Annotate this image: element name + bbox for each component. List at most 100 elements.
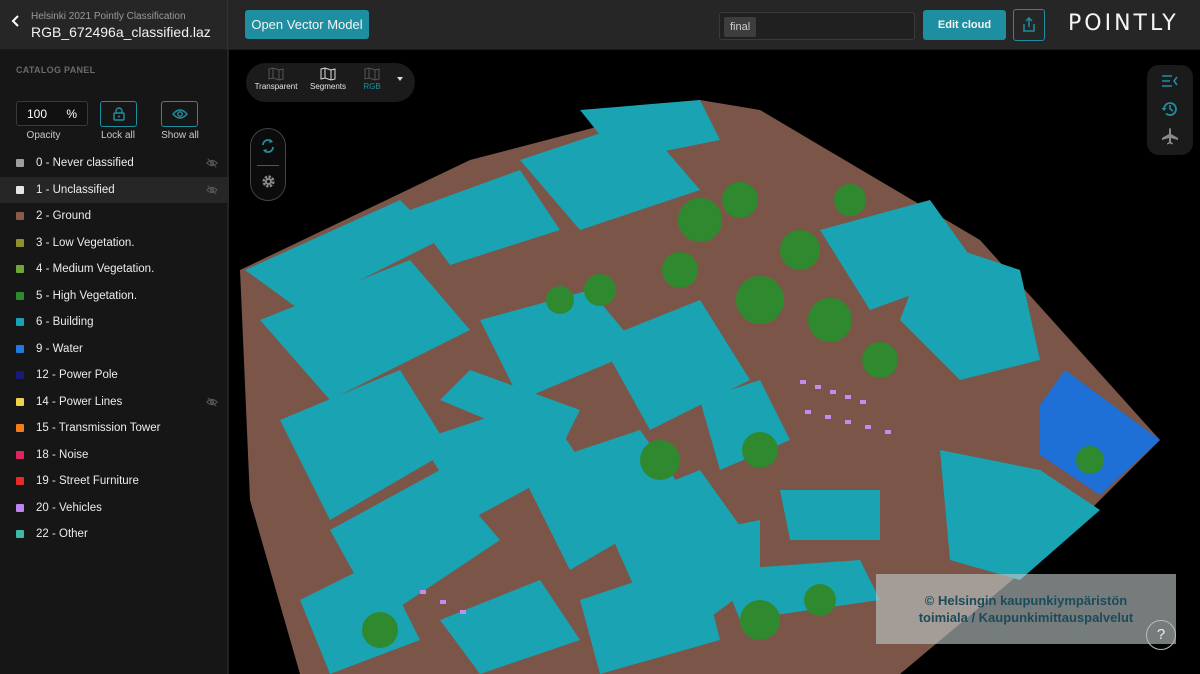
- project-name: Helsinki 2021 Pointly Classification: [31, 11, 186, 22]
- class-label: 20 - Vehicles: [36, 501, 102, 514]
- catalog-panel: CATALOG PANEL % Opacity Lock all Show al…: [0, 50, 229, 674]
- chevron-left-icon: [11, 15, 19, 27]
- lock-all-label: Lock all: [101, 130, 135, 141]
- class-color-swatch[interactable]: [16, 291, 24, 300]
- lock-icon: [112, 107, 125, 121]
- class-color-swatch[interactable]: [16, 318, 24, 327]
- building: [780, 490, 880, 540]
- vehicle: [865, 425, 871, 429]
- map-icon: [320, 67, 336, 81]
- class-item[interactable]: 3 - Low Vegetation.: [0, 230, 229, 257]
- class-item[interactable]: 5 - High Vegetation.: [0, 283, 229, 310]
- class-item[interactable]: 14 - Power Lines: [0, 389, 229, 416]
- class-color-swatch[interactable]: [16, 397, 24, 406]
- mode-transparent-button[interactable]: Transparent: [250, 67, 302, 99]
- eye-off-icon[interactable]: [206, 184, 218, 196]
- class-color-swatch[interactable]: [16, 477, 24, 486]
- class-label: 1 - Unclassified: [36, 183, 115, 196]
- class-color-swatch[interactable]: [16, 238, 24, 247]
- class-color-swatch[interactable]: [16, 265, 24, 274]
- map-icon: [268, 67, 284, 81]
- class-item[interactable]: 1 - Unclassified: [0, 176, 229, 203]
- class-label: 15 - Transmission Tower: [36, 422, 161, 435]
- class-item[interactable]: 12 - Power Pole: [0, 362, 229, 389]
- class-item[interactable]: 2 - Ground: [0, 203, 229, 230]
- view-controls-pill: [250, 128, 286, 201]
- class-item[interactable]: 9 - Water: [0, 336, 229, 363]
- mode-dropdown-arrow[interactable]: [397, 77, 403, 81]
- mode-label: Transparent: [254, 82, 298, 91]
- tree: [722, 182, 758, 218]
- vehicle: [845, 395, 851, 399]
- opacity-field[interactable]: %: [16, 101, 88, 126]
- help-button[interactable]: ?: [1146, 620, 1176, 650]
- class-label: 14 - Power Lines: [36, 395, 123, 408]
- class-label: 3 - Low Vegetation.: [36, 236, 135, 249]
- class-label: 4 - Medium Vegetation.: [36, 263, 155, 276]
- class-color-swatch[interactable]: [16, 530, 24, 539]
- history-button[interactable]: [1161, 100, 1179, 123]
- tree: [584, 274, 616, 306]
- map-icon: [364, 67, 380, 81]
- class-item[interactable]: 4 - Medium Vegetation.: [0, 256, 229, 283]
- open-vector-model-button[interactable]: Open Vector Model: [245, 10, 369, 39]
- point-cloud-viewport[interactable]: Transparent Segments RGB © Helsingin kau…: [229, 50, 1200, 674]
- class-item[interactable]: 22 - Other: [0, 521, 229, 548]
- vehicle: [420, 590, 426, 594]
- vehicle: [805, 410, 811, 414]
- share-button[interactable]: [1013, 9, 1045, 41]
- class-color-swatch[interactable]: [16, 424, 24, 433]
- view-mode-toolbar: Transparent Segments RGB: [246, 63, 415, 102]
- eye-off-icon[interactable]: [206, 396, 218, 408]
- collapse-list-button[interactable]: [1161, 74, 1179, 93]
- class-item[interactable]: 18 - Noise: [0, 442, 229, 469]
- class-color-swatch[interactable]: [16, 503, 24, 512]
- class-color-swatch[interactable]: [16, 212, 24, 221]
- back-button[interactable]: [8, 14, 24, 34]
- vehicle: [440, 600, 446, 604]
- class-color-swatch[interactable]: [16, 185, 24, 194]
- tree: [736, 276, 784, 324]
- tag-chip[interactable]: final: [724, 17, 757, 37]
- class-label: 5 - High Vegetation.: [36, 289, 138, 302]
- class-label: 22 - Other: [36, 528, 88, 541]
- attribution-line-2: toimiala / Kaupunkimittauspalvelut: [918, 610, 1134, 625]
- settings-button[interactable]: [261, 174, 276, 194]
- class-color-swatch[interactable]: [16, 344, 24, 353]
- vehicle: [830, 390, 836, 394]
- vehicle: [825, 415, 831, 419]
- show-all-button[interactable]: [161, 101, 198, 127]
- eye-off-icon[interactable]: [206, 157, 218, 169]
- tag-input[interactable]: final: [719, 12, 915, 40]
- topbar-divider: [227, 0, 228, 50]
- class-item[interactable]: 0 - Never classified: [0, 150, 229, 177]
- class-color-swatch[interactable]: [16, 159, 24, 168]
- vehicle: [815, 385, 821, 389]
- opacity-input[interactable]: [27, 107, 63, 121]
- vehicle: [860, 400, 866, 404]
- class-item[interactable]: 15 - Transmission Tower: [0, 415, 229, 442]
- class-item[interactable]: 19 - Street Furniture: [0, 468, 229, 495]
- class-label: 19 - Street Furniture: [36, 475, 139, 488]
- lock-all-button[interactable]: [100, 101, 137, 127]
- flight-mode-button[interactable]: [1161, 127, 1179, 150]
- class-color-swatch[interactable]: [16, 371, 24, 380]
- tree: [362, 612, 398, 648]
- pointly-logo: POINTLY: [1068, 11, 1179, 36]
- mode-rgb-button[interactable]: RGB: [346, 67, 398, 99]
- edit-cloud-button[interactable]: Edit cloud: [923, 10, 1006, 40]
- class-color-swatch[interactable]: [16, 450, 24, 459]
- tree: [1076, 446, 1104, 474]
- tree: [740, 600, 780, 640]
- class-item[interactable]: 6 - Building: [0, 309, 229, 336]
- file-name: RGB_672496a_classified.laz: [31, 24, 211, 40]
- attribution-overlay: © Helsingin kaupunkiympäristön toimiala …: [876, 574, 1176, 644]
- class-item[interactable]: 20 - Vehicles: [0, 495, 229, 522]
- vehicle: [800, 380, 806, 384]
- class-label: 2 - Ground: [36, 210, 91, 223]
- reset-view-button[interactable]: [260, 137, 276, 160]
- class-label: 12 - Power Pole: [36, 369, 118, 382]
- share-icon: [1023, 17, 1035, 32]
- tree: [808, 298, 852, 342]
- class-label: 6 - Building: [36, 316, 94, 329]
